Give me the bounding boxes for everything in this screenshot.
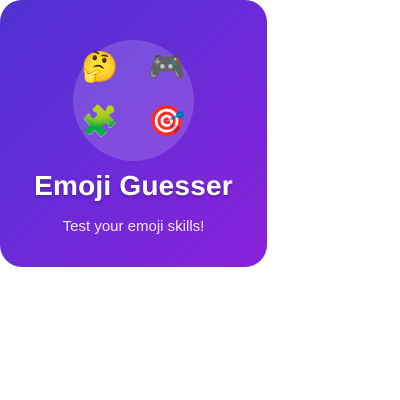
game-controller-icon: 🎮 xyxy=(148,50,186,85)
target-icon: 🎯 xyxy=(148,104,186,139)
app-title: Emoji Guesser xyxy=(34,170,233,201)
thinking-face-icon: 🤔 xyxy=(81,50,119,85)
app-card[interactable]: 🤔 🎮 🧩 🎯 Emoji Guesser Test your emoji sk… xyxy=(0,0,267,267)
app-subtitle: Test your emoji skills! xyxy=(62,218,205,235)
puzzle-piece-icon: 🧩 xyxy=(81,104,119,139)
